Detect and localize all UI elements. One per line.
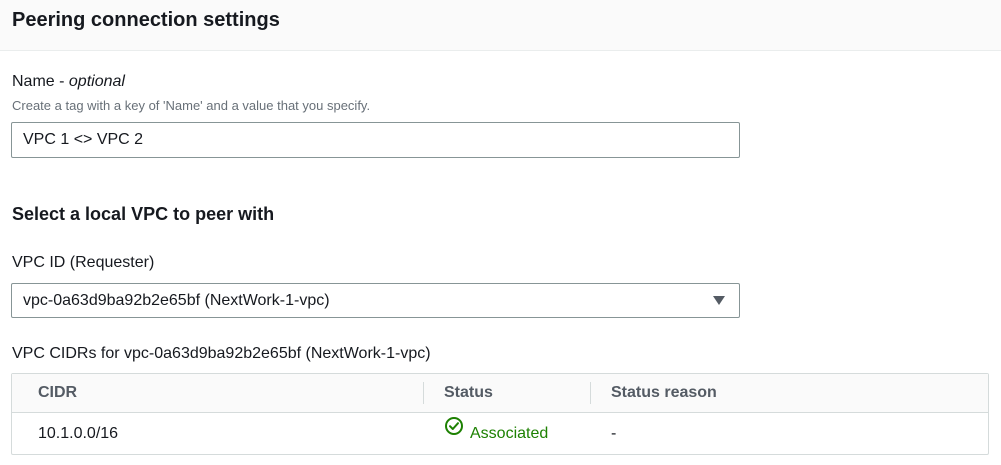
page-title: Peering connection settings [12, 9, 280, 31]
column-divider [423, 382, 424, 404]
vpc-id-selected-value: vpc-0a63d9ba92b2e65bf (NextWork-1-vpc) [23, 292, 330, 309]
column-header-status-reason: Status reason [611, 384, 717, 401]
column-divider [590, 382, 591, 404]
cell-status: Associated [444, 413, 548, 455]
panel-header: Peering connection settings [0, 0, 1001, 51]
vpc-id-label: VPC ID (Requester) [12, 254, 155, 271]
table-header: CIDR Status Status reason [12, 374, 988, 413]
column-header-status: Status [444, 384, 493, 401]
column-header-cidr: CIDR [38, 384, 78, 401]
check-circle-icon [444, 411, 464, 453]
cell-cidr: 10.1.0.0/16 [38, 425, 119, 442]
cidr-table: CIDR Status Status reason 10.1.0.0/16 As… [11, 373, 989, 455]
cell-status-reason: - [611, 425, 617, 442]
name-field-description: Create a tag with a key of 'Name' and a … [12, 98, 371, 113]
name-label-text: Name - [12, 73, 69, 90]
vpc-id-select[interactable]: vpc-0a63d9ba92b2e65bf (NextWork-1-vpc) [11, 283, 740, 318]
name-field-label: Name - optional [12, 71, 125, 93]
caret-down-icon [713, 296, 725, 305]
vpc-cidrs-label: VPC CIDRs for vpc-0a63d9ba92b2e65bf (Nex… [12, 345, 431, 362]
optional-text: optional [68, 73, 125, 90]
status-text: Associated [470, 425, 549, 442]
section-title-local-vpc: Select a local VPC to peer with [12, 204, 275, 224]
name-input[interactable]: VPC 1 <> VPC 2 [11, 122, 740, 158]
